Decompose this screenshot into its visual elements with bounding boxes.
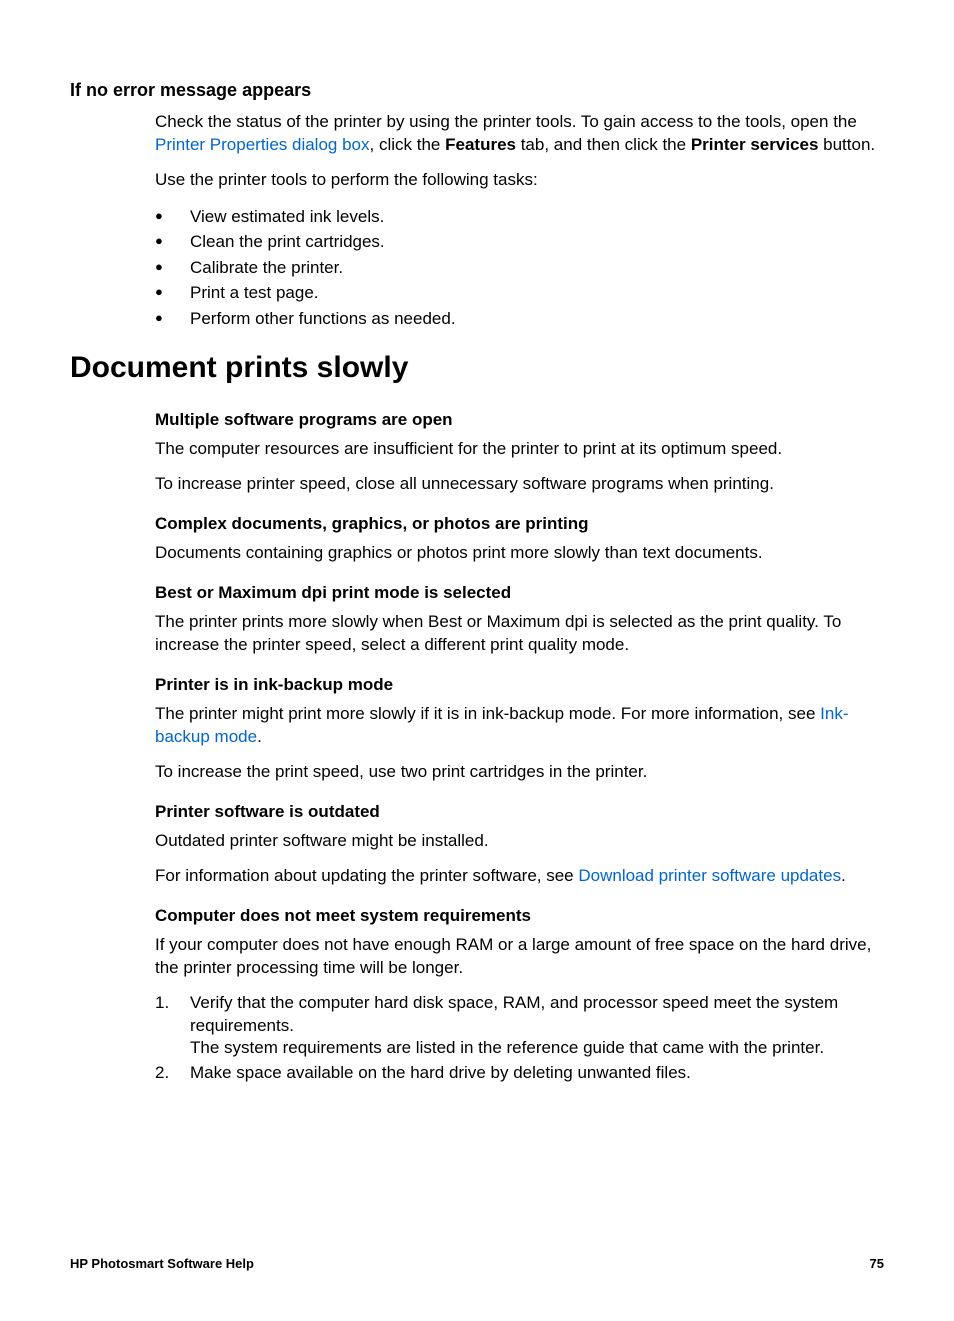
bold-printer-services: Printer services: [691, 135, 819, 154]
list-item: 1. Verify that the computer hard disk sp…: [155, 992, 884, 1061]
subheading: Multiple software programs are open: [155, 410, 884, 430]
paragraph: The printer prints more slowly when Best…: [155, 611, 884, 657]
subheading: Computer does not meet system requiremen…: [155, 906, 884, 926]
subsection-outdated-software: Printer software is outdated Outdated pr…: [155, 802, 884, 888]
section-no-error-message: If no error message appears Check the st…: [70, 80, 884, 331]
paragraph: The computer resources are insufficient …: [155, 438, 884, 461]
paragraph: Documents containing graphics or photos …: [155, 542, 884, 565]
page-footer: HP Photosmart Software Help 75: [70, 1256, 884, 1271]
heading-prints-slowly: Document prints slowly: [70, 351, 884, 385]
subheading: Printer software is outdated: [155, 802, 884, 822]
heading-no-error: If no error message appears: [70, 80, 884, 101]
paragraph: To increase printer speed, close all unn…: [155, 473, 884, 496]
step-text: Verify that the computer hard disk space…: [190, 993, 838, 1035]
subheading: Best or Maximum dpi print mode is select…: [155, 583, 884, 603]
list-item: View estimated ink levels.: [155, 204, 884, 230]
list-item: 2. Make space available on the hard driv…: [155, 1062, 884, 1085]
page-number: 75: [870, 1256, 884, 1271]
subsection-multiple-programs: Multiple software programs are open The …: [155, 410, 884, 496]
paragraph-tools-tasks: Use the printer tools to perform the fol…: [155, 169, 884, 192]
paragraph: If your computer does not have enough RA…: [155, 934, 884, 980]
subheading: Printer is in ink-backup mode: [155, 675, 884, 695]
list-item: Perform other functions as needed.: [155, 306, 884, 332]
list-item: Print a test page.: [155, 280, 884, 306]
text-fragment: tab, and then click the: [516, 135, 691, 154]
text-fragment: Check the status of the printer by using…: [155, 112, 857, 131]
text-fragment: For information about updating the print…: [155, 866, 578, 885]
text-fragment: button.: [818, 135, 875, 154]
number-marker: 2.: [155, 1062, 169, 1085]
paragraph-status-tools: Check the status of the printer by using…: [155, 111, 884, 157]
subsection-system-requirements: Computer does not meet system requiremen…: [155, 906, 884, 980]
list-item: Clean the print cartridges.: [155, 229, 884, 255]
subheading: Complex documents, graphics, or photos a…: [155, 514, 884, 534]
subsection-complex-docs: Complex documents, graphics, or photos a…: [155, 514, 884, 565]
link-download-updates[interactable]: Download printer software updates: [578, 866, 841, 885]
text-fragment: , click the: [370, 135, 446, 154]
paragraph: For information about updating the print…: [155, 865, 884, 888]
link-printer-properties[interactable]: Printer Properties dialog box: [155, 135, 370, 154]
step-text: Make space available on the hard drive b…: [190, 1063, 691, 1082]
section-prints-slowly: Document prints slowly Multiple software…: [70, 351, 884, 1085]
text-fragment: .: [841, 866, 846, 885]
text-fragment: The printer might print more slowly if i…: [155, 704, 820, 723]
footer-title: HP Photosmart Software Help: [70, 1256, 254, 1271]
bold-features: Features: [445, 135, 516, 154]
paragraph: To increase the print speed, use two pri…: [155, 761, 884, 784]
subsection-ink-backup: Printer is in ink-backup mode The printe…: [155, 675, 884, 784]
list-item: Calibrate the printer.: [155, 255, 884, 281]
list-tasks: View estimated ink levels. Clean the pri…: [155, 204, 884, 332]
subsection-max-dpi: Best or Maximum dpi print mode is select…: [155, 583, 884, 657]
step-text: The system requirements are listed in th…: [190, 1038, 824, 1057]
number-marker: 1.: [155, 992, 169, 1015]
text-fragment: .: [257, 727, 262, 746]
paragraph: Outdated printer software might be insta…: [155, 830, 884, 853]
paragraph: The printer might print more slowly if i…: [155, 703, 884, 749]
list-steps: 1. Verify that the computer hard disk sp…: [155, 992, 884, 1086]
